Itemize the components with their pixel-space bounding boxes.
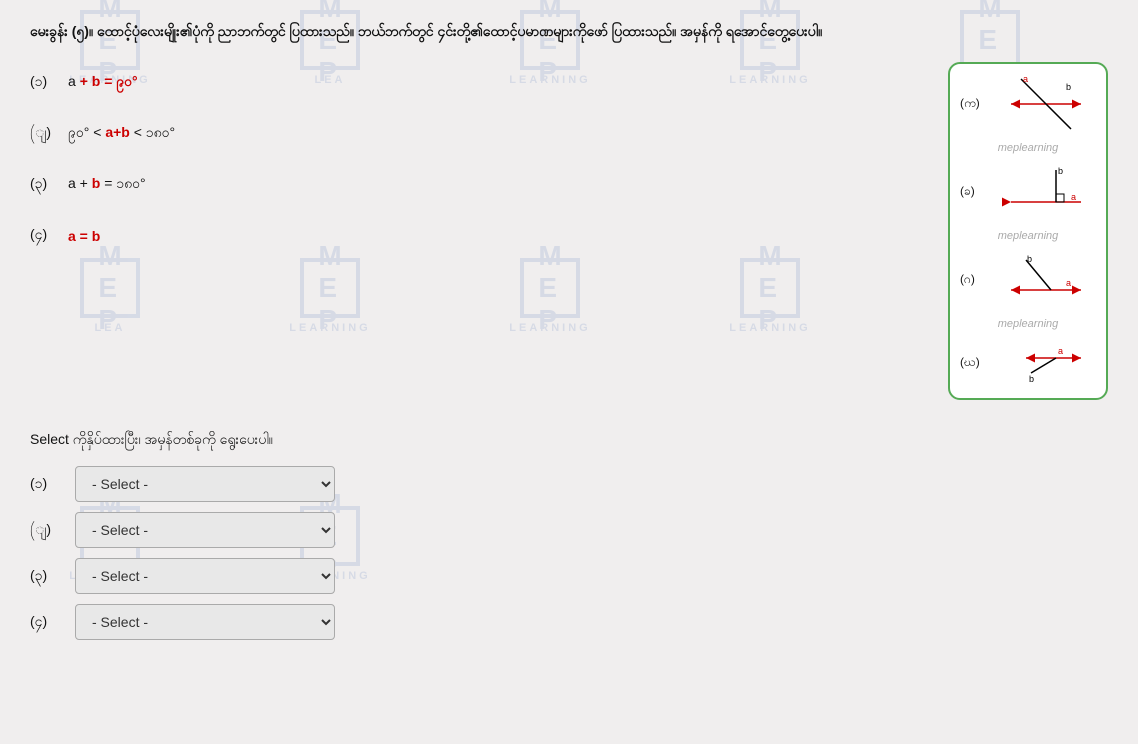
question-item-1: (၁) a + b = ၉၀° xyxy=(30,72,918,93)
svg-text:b: b xyxy=(1066,82,1071,92)
diagram-item-2: (ခ) b a xyxy=(960,162,1096,222)
q3-formula: a + b = ၁၈၀° xyxy=(68,174,146,195)
header-text: မေးခွန်း (၅)။ ထောင့်ပုံလေးမျိုး၏ပုံကို ည… xyxy=(30,20,1108,42)
diag4-svg: a b xyxy=(1001,338,1091,388)
dropdown-row-4: (၄) - Select - (က) (ခ) (ဂ) (ဃ) xyxy=(30,604,1108,640)
dropdown-select-1[interactable]: - Select - (က) (ခ) (ဂ) (ဃ) xyxy=(75,466,335,502)
q4-formula: a = b xyxy=(68,228,100,244)
diag4-label: (ဃ) xyxy=(960,354,995,372)
question-item-4: (၄) a = b xyxy=(30,225,918,246)
q4-label: (၄) xyxy=(30,225,60,246)
diag3-svg: b a xyxy=(1001,250,1091,310)
dropdown-label-4: (၄) xyxy=(30,612,60,633)
diagram-box: (က) a b xyxy=(948,62,1108,400)
dropdown-label-3: (၃) xyxy=(30,566,60,587)
diag3-label: (ဂ) xyxy=(960,271,995,289)
diagram-item-1: (က) a b xyxy=(960,74,1096,134)
dropdown-row-3: (၃) - Select - (က) (ခ) (ဂ) (ဃ) xyxy=(30,558,1108,594)
dropdown-label-1: (၁) xyxy=(30,474,60,495)
question-list: (၁) a + b = ၉၀° (ျ) ၉၀° < a+b < ၁၈၀° (၃)… xyxy=(30,62,918,246)
select-instruction: Select ကိုနှိပ်ထားပြီး၊ အမှန်တစ်ခုကို ရွ… xyxy=(30,430,1108,451)
diag1-svg: a b xyxy=(1001,74,1091,134)
dropdown-select-2[interactable]: - Select - (က) (ခ) (ဂ) (ဃ) xyxy=(75,512,335,548)
svg-text:a: a xyxy=(1058,346,1063,356)
meplearning-1: meplearning xyxy=(998,142,1059,154)
dropdown-row-2: (ျ) - Select - (က) (ခ) (ဂ) (ဃ) xyxy=(30,512,1108,548)
diag2-svg: b a xyxy=(1001,162,1091,222)
diag2-label: (ခ) xyxy=(960,183,995,201)
question-area: (၁) a + b = ၉၀° (ျ) ၉၀° < a+b < ၁၈၀° (၃)… xyxy=(30,62,1108,400)
q3-label: (၃) xyxy=(30,174,60,195)
question-item-2: (ျ) ၉၀° < a+b < ၁၈၀° xyxy=(30,123,918,144)
svg-text:a: a xyxy=(1071,192,1076,202)
meplearning-2: meplearning xyxy=(998,230,1059,242)
meplearning-3: meplearning xyxy=(998,318,1059,330)
diagram-item-4: (ဃ) xyxy=(960,338,1096,388)
q2-formula: ၉၀° < a+b < ၁၈၀° xyxy=(68,123,175,144)
svg-text:a: a xyxy=(1066,278,1071,288)
q1-label: (၁) xyxy=(30,72,60,93)
diagram-item-3: (ဂ) b a xyxy=(960,250,1096,310)
diag1-label: (က) xyxy=(960,95,995,113)
page-content: မေးခွန်း (၅)။ ထောင့်ပုံလေးမျိုး၏ပုံကို ည… xyxy=(0,0,1138,670)
svg-text:b: b xyxy=(1058,166,1063,176)
dropdown-label-2: (ျ) xyxy=(30,520,60,541)
dropdown-select-4[interactable]: - Select - (က) (ခ) (ဂ) (ဃ) xyxy=(75,604,335,640)
svg-text:b: b xyxy=(1029,374,1034,384)
svg-text:a: a xyxy=(1023,74,1028,84)
svg-text:b: b xyxy=(1027,254,1032,264)
question-item-3: (၃) a + b = ၁၈၀° xyxy=(30,174,918,195)
q2-label: (ျ) xyxy=(30,123,60,144)
dropdown-row-1: (၁) - Select - (က) (ခ) (ဂ) (ဃ) xyxy=(30,466,1108,502)
q1-formula: a + b = ၉၀° xyxy=(68,72,138,93)
dropdown-select-3[interactable]: - Select - (က) (ခ) (ဂ) (ဃ) xyxy=(75,558,335,594)
